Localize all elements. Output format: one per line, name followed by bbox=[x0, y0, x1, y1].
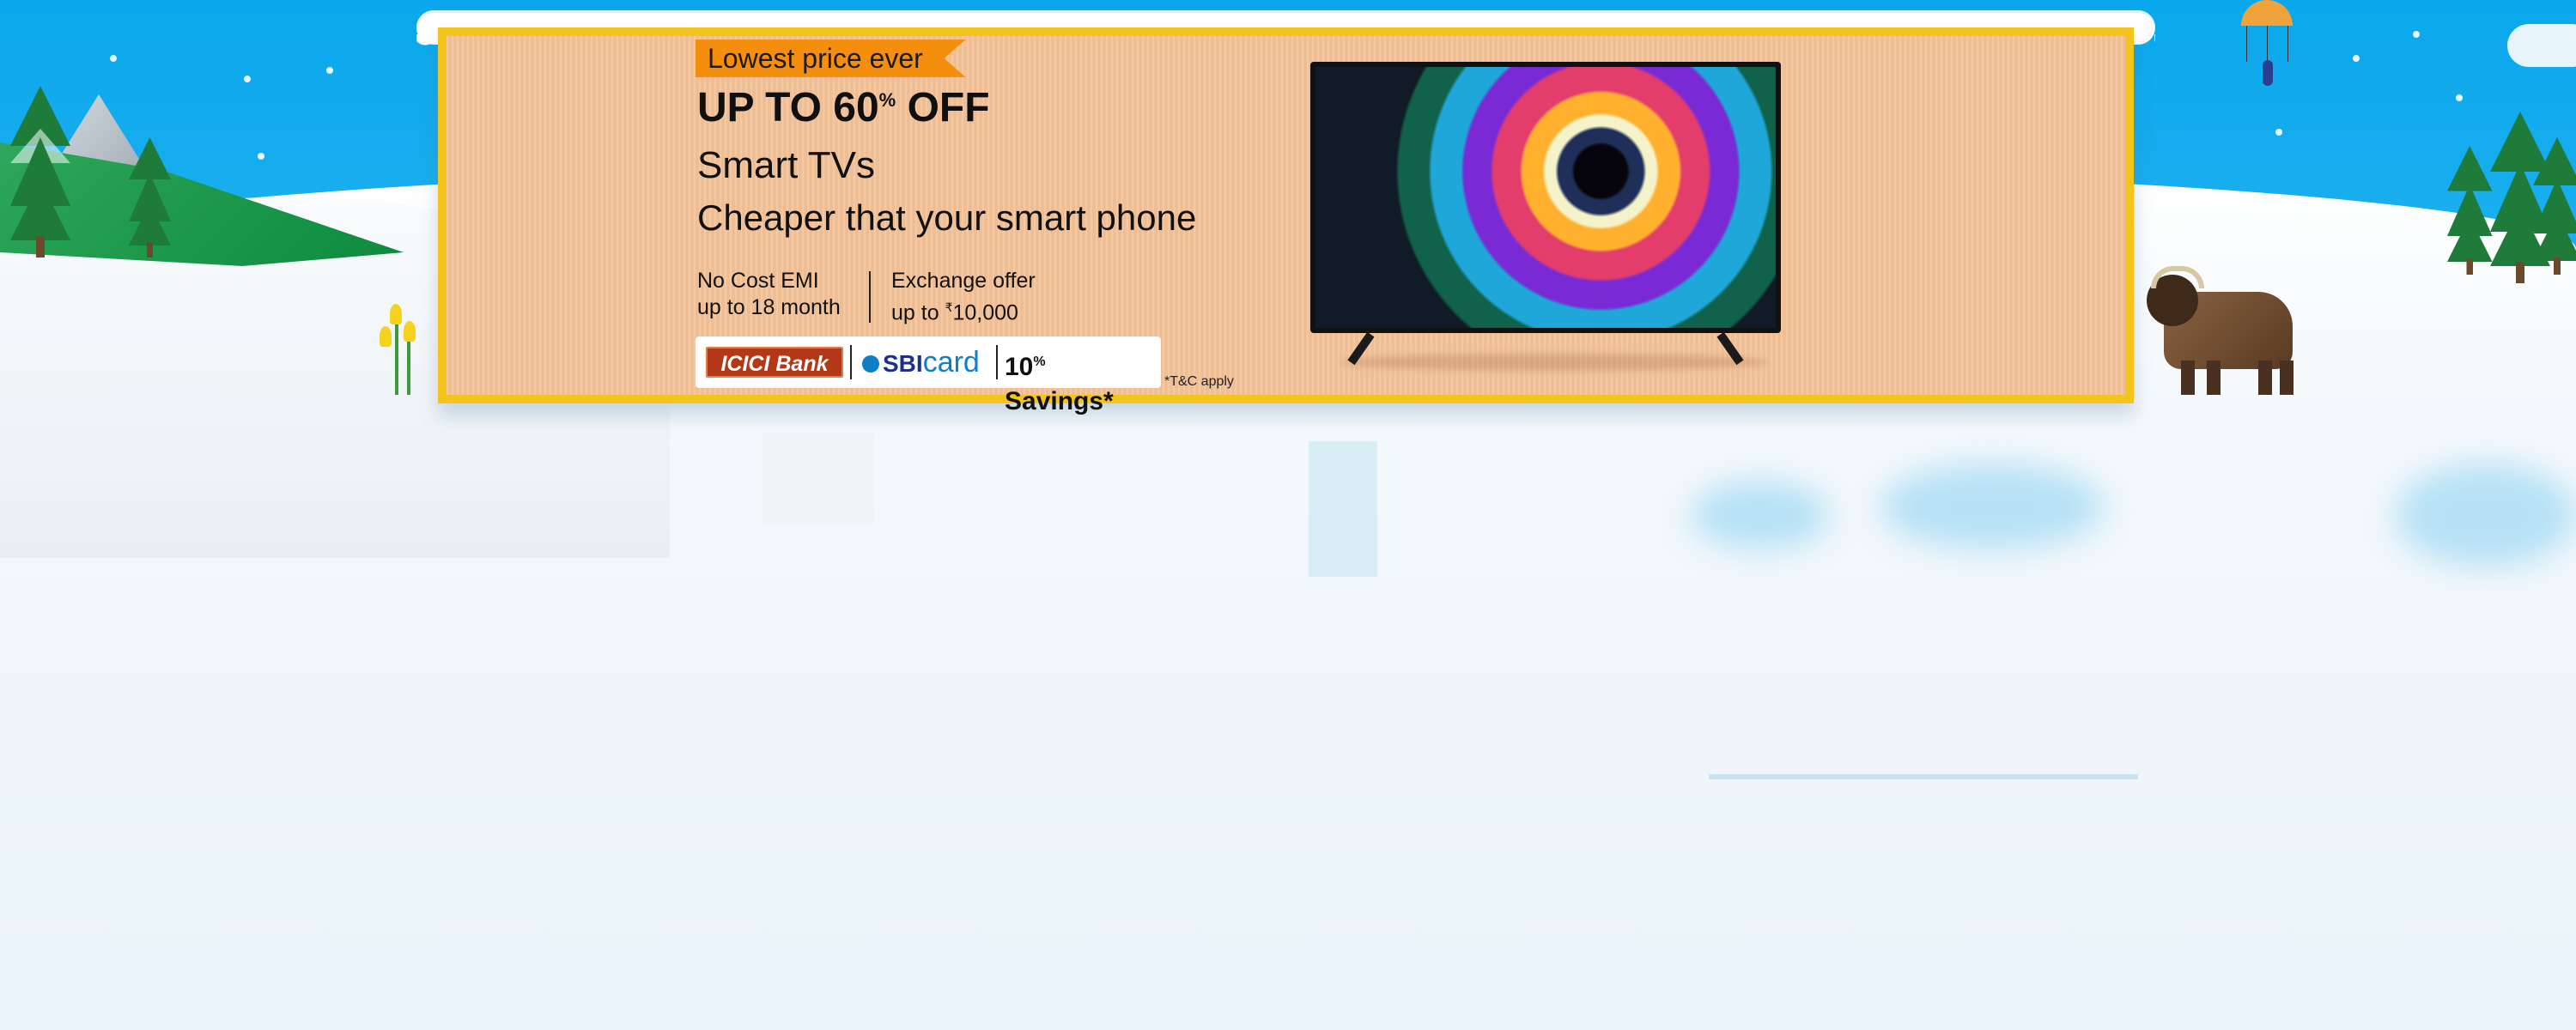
snowflake bbox=[2275, 129, 2282, 136]
lowest-price-badge: Lowest price ever bbox=[696, 39, 966, 77]
snowflake bbox=[326, 67, 333, 74]
sbi-card-word: card bbox=[922, 346, 980, 379]
parachute-illustration bbox=[2241, 0, 2293, 103]
savings-label: 10% Savings* bbox=[1005, 345, 1161, 419]
promo-banner[interactable] bbox=[438, 27, 2134, 403]
emi-offer: No Cost EMI up to 18 month bbox=[697, 268, 841, 321]
headline-percent: % bbox=[878, 89, 896, 111]
hero-banner-stage: Lowest price ever UP TO 60% OFF Smart TV… bbox=[0, 0, 2576, 1030]
exchange-line2: up to ₹10,000 bbox=[891, 294, 1036, 326]
snowflake bbox=[110, 55, 117, 62]
bank-divider bbox=[996, 345, 998, 379]
savings-percent: % bbox=[1033, 354, 1046, 369]
discount-headline: UP TO 60% OFF bbox=[697, 84, 990, 131]
ice-blur-decoration bbox=[1692, 481, 1829, 549]
ice-blur-decoration bbox=[2396, 464, 2576, 566]
exchange-line1: Exchange offer bbox=[891, 269, 1036, 293]
yak-illustration bbox=[2147, 266, 2310, 395]
ice-blur-decoration bbox=[1880, 464, 2104, 549]
banner-tagline: Cheaper that your smart phone bbox=[697, 197, 1197, 238]
pine-tree bbox=[2447, 146, 2493, 275]
savings-text: Savings* bbox=[1005, 387, 1114, 415]
smart-tv-image[interactable] bbox=[1310, 62, 1781, 333]
headline-off: OFF bbox=[896, 85, 990, 130]
bank-divider bbox=[850, 345, 852, 379]
snowflake bbox=[258, 153, 264, 160]
sbi-icon bbox=[862, 355, 879, 373]
sbi-main: SBI bbox=[883, 350, 923, 377]
pine-tree bbox=[129, 137, 171, 258]
exchange-offer: Exchange offer up to ₹10,000 bbox=[891, 268, 1036, 326]
icici-bank-logo: ICICI Bank bbox=[706, 347, 843, 378]
tv-screen bbox=[1315, 67, 1776, 328]
snowflake bbox=[2413, 31, 2420, 38]
exchange-prefix: up to bbox=[891, 300, 945, 325]
ice-line-decoration bbox=[1709, 774, 2138, 779]
tv-shadow bbox=[1340, 354, 1769, 371]
ice-block-decoration bbox=[1309, 441, 1377, 577]
ice-block-decoration bbox=[762, 433, 874, 525]
headline-main: UP TO 60 bbox=[697, 85, 879, 130]
exchange-amount: 10,000 bbox=[952, 300, 1018, 325]
sbi-card-logo: SBIcard bbox=[862, 345, 980, 381]
savings-value: 10 bbox=[1005, 353, 1034, 381]
bank-offers-strip: ICICI Bank SBIcard 10% Savings* bbox=[696, 336, 1161, 415]
cloud bbox=[2507, 24, 2576, 67]
terms-note: *T&C apply bbox=[1164, 374, 1234, 389]
snowflake bbox=[244, 76, 251, 82]
snowflake bbox=[2353, 55, 2360, 62]
offer-divider bbox=[869, 271, 871, 323]
emi-line2: up to 18 month bbox=[697, 295, 841, 319]
emi-line1: No Cost EMI bbox=[697, 269, 819, 293]
pine-tree bbox=[2533, 137, 2576, 275]
flower-decoration bbox=[369, 292, 438, 395]
pine-tree bbox=[10, 86, 70, 258]
product-title: Smart TVs bbox=[697, 144, 876, 186]
snowflake bbox=[2456, 94, 2463, 101]
